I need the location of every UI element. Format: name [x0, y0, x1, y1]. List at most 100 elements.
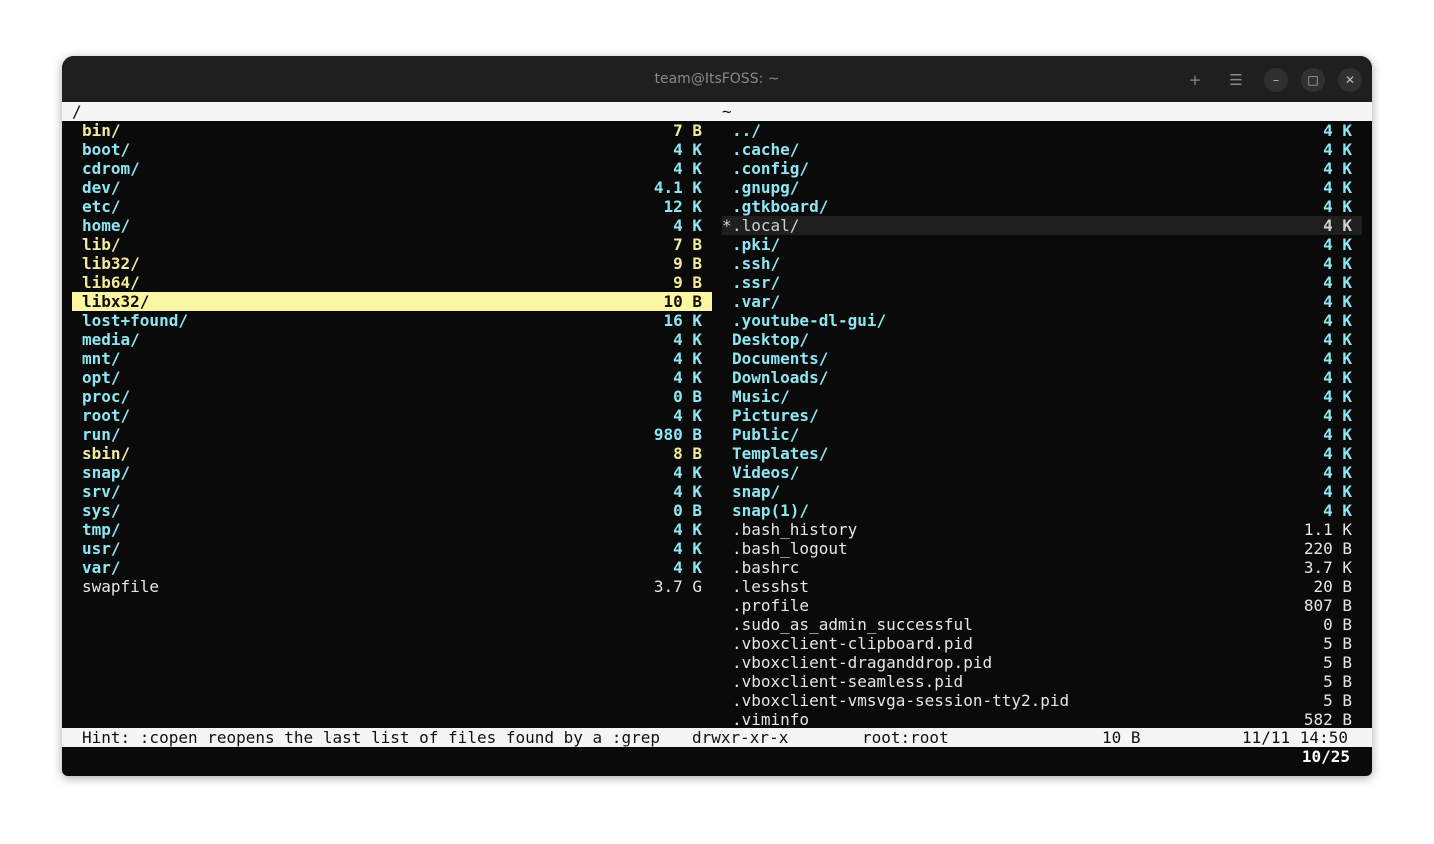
- file-size: 4 K: [1323, 406, 1352, 425]
- file-size: 4 K: [673, 520, 702, 539]
- file-size: 4 K: [1323, 140, 1352, 159]
- file-name: var/: [82, 558, 121, 577]
- file-size: 4 K: [1323, 292, 1352, 311]
- file-list-row[interactable]: .lesshst 20 B: [722, 577, 1362, 596]
- file-name: snap(1)/: [732, 501, 810, 520]
- file-list-row[interactable]: Downloads/4 K: [722, 368, 1362, 387]
- file-size: 4 K: [1323, 178, 1352, 197]
- file-list-row[interactable]: swapfile 3.7 G: [72, 577, 712, 596]
- file-list-row[interactable]: * .local/4 K: [722, 216, 1362, 235]
- file-name: dev/: [82, 178, 121, 197]
- file-list-row[interactable]: lost+found/16 K: [72, 311, 712, 330]
- right-pane-path: ~: [722, 102, 732, 121]
- command-line[interactable]: 10/25: [62, 747, 1372, 766]
- file-list-row[interactable]: bin/7 B: [72, 121, 712, 140]
- file-size: 5 B: [1323, 634, 1352, 653]
- maximize-icon[interactable]: □: [1301, 68, 1325, 92]
- file-name: Desktop/: [732, 330, 810, 349]
- file-list-row[interactable]: dev/4.1 K: [72, 178, 712, 197]
- hamburger-menu-icon[interactable]: ☰: [1224, 68, 1248, 92]
- file-list-row[interactable]: .vboxclient-vmsvga-session-tty2.pid 5 B: [722, 691, 1362, 710]
- minimize-icon[interactable]: –: [1264, 68, 1288, 92]
- file-size: 4 K: [673, 330, 702, 349]
- file-list-row[interactable]: home/4 K: [72, 216, 712, 235]
- file-name: .pki/: [732, 235, 781, 254]
- file-list-row[interactable]: lib/7 B: [72, 235, 712, 254]
- file-list-row[interactable]: usr/4 K: [72, 539, 712, 558]
- file-list-row[interactable]: .vboxclient-seamless.pid 5 B: [722, 672, 1362, 691]
- file-name: .profile: [732, 596, 810, 615]
- file-size: 3.7 K: [1303, 558, 1352, 577]
- file-list-row[interactable]: .viminfo 582 B: [722, 710, 1362, 729]
- file-list-row[interactable]: Templates/4 K: [722, 444, 1362, 463]
- new-tab-icon[interactable]: +: [1183, 68, 1207, 92]
- file-list-row[interactable]: snap/4 K: [722, 482, 1362, 501]
- path-bar: / ~: [62, 102, 1372, 121]
- file-name: sbin/: [82, 444, 131, 463]
- file-size: 4 K: [1323, 387, 1352, 406]
- file-list-row[interactable]: .config/4 K: [722, 159, 1362, 178]
- title-bar: team@ItsFOSS: ~ + ☰ – □ ✕: [62, 56, 1372, 102]
- file-name: sys/: [82, 501, 121, 520]
- left-pane-file-list[interactable]: bin/7 Bboot/4 Kcdrom/4 Kdev/4.1 Ketc/12 …: [72, 121, 712, 596]
- file-list-row[interactable]: .ssh/4 K: [722, 254, 1362, 273]
- file-list-row[interactable]: etc/12 K: [72, 197, 712, 216]
- file-list-row[interactable]: Desktop/4 K: [722, 330, 1362, 349]
- file-list-row[interactable]: .vboxclient-draganddrop.pid 5 B: [722, 653, 1362, 672]
- file-list-row[interactable]: sys/0 B: [72, 501, 712, 520]
- file-name: snap/: [82, 463, 131, 482]
- file-size: 8 B: [673, 444, 702, 463]
- file-list-row[interactable]: .bashrc 3.7 K: [722, 558, 1362, 577]
- file-list-row[interactable]: mnt/4 K: [72, 349, 712, 368]
- file-list-row[interactable]: .vboxclient-clipboard.pid 5 B: [722, 634, 1362, 653]
- file-list-row[interactable]: sbin/8 B: [72, 444, 712, 463]
- file-list-row[interactable]: srv/4 K: [72, 482, 712, 501]
- file-list-row[interactable]: libx32/10 B: [72, 292, 712, 311]
- file-list-row[interactable]: opt/4 K: [72, 368, 712, 387]
- file-list-row[interactable]: Pictures/4 K: [722, 406, 1362, 425]
- status-datetime: 11/11 14:50: [1242, 728, 1348, 747]
- file-list-row[interactable]: Public/4 K: [722, 425, 1362, 444]
- file-name: lib/: [82, 235, 121, 254]
- file-list-row[interactable]: .sudo_as_admin_successful 0 B: [722, 615, 1362, 634]
- file-list-row[interactable]: Videos/4 K: [722, 463, 1362, 482]
- file-name: etc/: [82, 197, 121, 216]
- file-size: 0 B: [673, 387, 702, 406]
- file-list-row[interactable]: .pki/4 K: [722, 235, 1362, 254]
- file-list-row[interactable]: media/4 K: [72, 330, 712, 349]
- file-list-row[interactable]: lib64/9 B: [72, 273, 712, 292]
- file-name: Downloads/: [732, 368, 829, 387]
- file-list-row[interactable]: .bash_logout 220 B: [722, 539, 1362, 558]
- file-size: 4 K: [673, 368, 702, 387]
- file-list-row[interactable]: .ssr/4 K: [722, 273, 1362, 292]
- file-list-row[interactable]: .youtube-dl-gui/4 K: [722, 311, 1362, 330]
- file-list-row[interactable]: .cache/4 K: [722, 140, 1362, 159]
- right-pane-file-list[interactable]: ../4 K .cache/4 K .config/4 K .gnupg/4 K .gt…: [722, 121, 1362, 729]
- file-list-row[interactable]: lib32/9 B: [72, 254, 712, 273]
- file-list-row[interactable]: boot/4 K: [72, 140, 712, 159]
- file-list-row[interactable]: .bash_history 1.1 K: [722, 520, 1362, 539]
- file-list-row[interactable]: root/4 K: [72, 406, 712, 425]
- file-list-row[interactable]: tmp/4 K: [72, 520, 712, 539]
- file-size: 20 B: [1313, 577, 1352, 596]
- file-list-row[interactable]: .gnupg/4 K: [722, 178, 1362, 197]
- file-list-row[interactable]: ../ 4 K: [722, 121, 1362, 140]
- file-list-row[interactable]: .profile 807 B: [722, 596, 1362, 615]
- file-name: .sudo_as_admin_successful: [732, 615, 973, 634]
- file-name: .config/: [732, 159, 810, 178]
- file-size: 4 K: [673, 349, 702, 368]
- file-size: 12 K: [663, 197, 702, 216]
- close-icon[interactable]: ✕: [1338, 68, 1362, 92]
- file-size: 5 B: [1323, 653, 1352, 672]
- file-list-row[interactable]: .gtkboard/4 K: [722, 197, 1362, 216]
- file-list-row[interactable]: snap/4 K: [72, 463, 712, 482]
- file-list-row[interactable]: Music/4 K: [722, 387, 1362, 406]
- file-name: snap/: [732, 482, 781, 501]
- file-list-row[interactable]: .var/4 K: [722, 292, 1362, 311]
- file-list-row[interactable]: snap(1)/ 4 K: [722, 501, 1362, 520]
- file-list-row[interactable]: run/980 B: [72, 425, 712, 444]
- file-list-row[interactable]: proc/0 B: [72, 387, 712, 406]
- file-list-row[interactable]: Documents/4 K: [722, 349, 1362, 368]
- file-list-row[interactable]: var/4 K: [72, 558, 712, 577]
- file-list-row[interactable]: cdrom/4 K: [72, 159, 712, 178]
